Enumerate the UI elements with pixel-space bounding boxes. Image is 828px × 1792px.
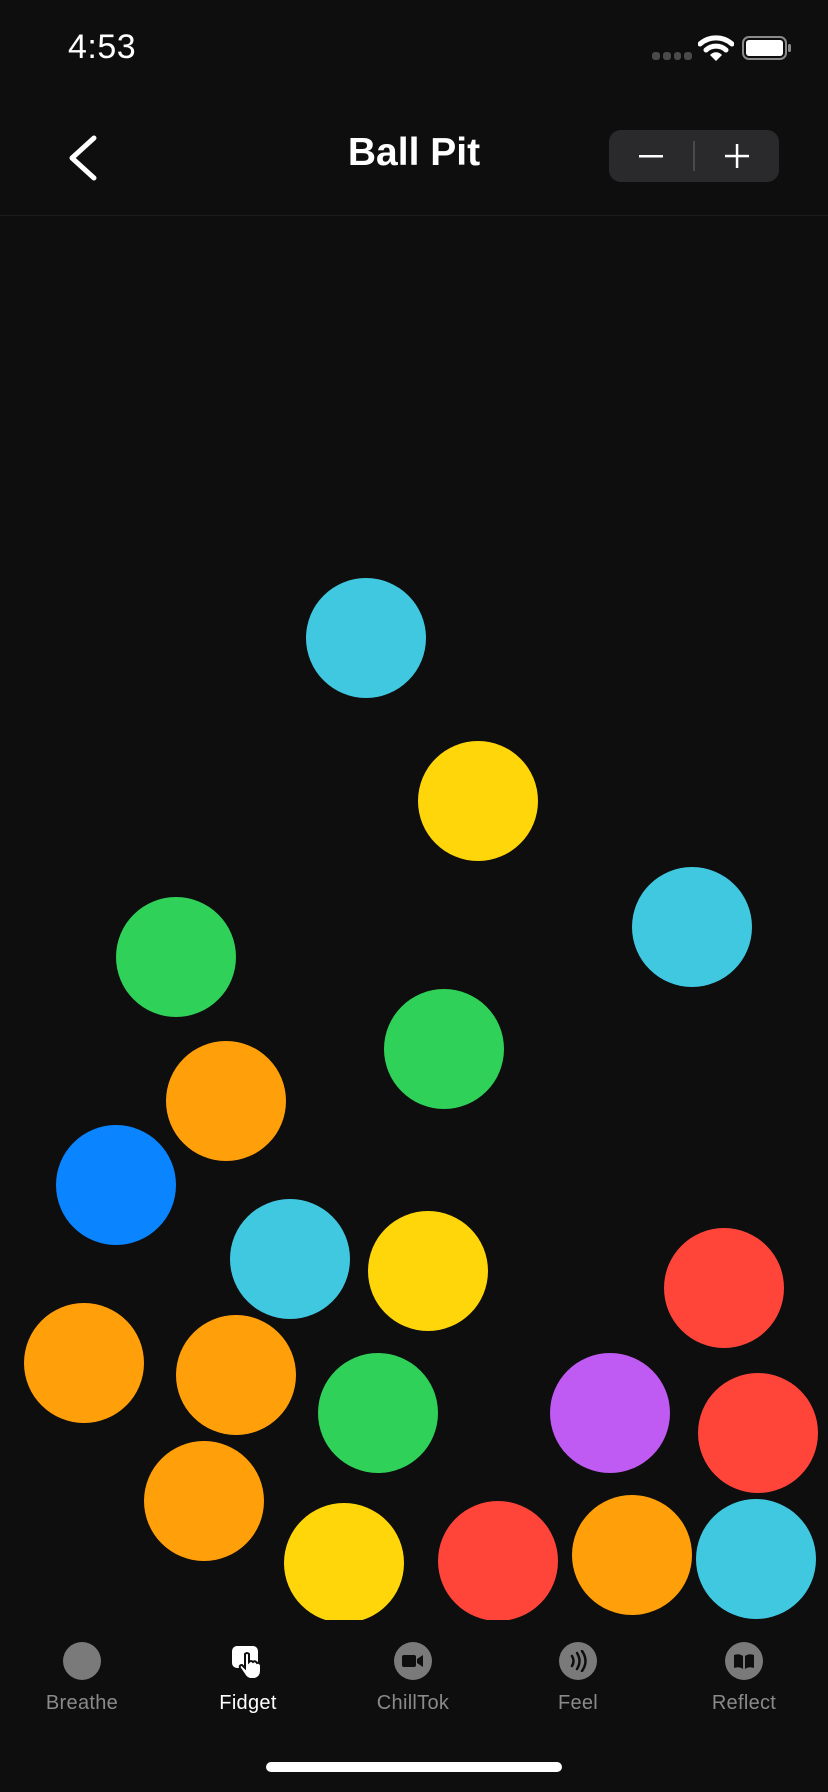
ball[interactable] <box>56 1125 176 1245</box>
navigation-bar: Ball Pit <box>0 100 828 216</box>
ball[interactable] <box>418 741 538 861</box>
circle-icon <box>63 1642 101 1680</box>
ball[interactable] <box>696 1499 816 1619</box>
tab-label: Feel <box>557 1692 599 1714</box>
tab-chilltok[interactable]: ChillTok <box>343 1642 483 1742</box>
ball[interactable] <box>176 1315 296 1435</box>
ball-pit-area[interactable] <box>0 216 828 1623</box>
book-icon <box>725 1642 763 1680</box>
ball[interactable] <box>24 1303 144 1423</box>
ball-count-stepper <box>609 130 779 182</box>
sound-waves-icon <box>559 1642 597 1680</box>
ball[interactable] <box>230 1199 350 1319</box>
ball[interactable] <box>144 1441 264 1561</box>
ball[interactable] <box>632 867 752 987</box>
status-bar: 4:53 <box>0 0 828 100</box>
ball[interactable] <box>572 1495 692 1615</box>
increase-button[interactable] <box>695 130 779 182</box>
home-indicator <box>266 1762 562 1772</box>
decrease-button[interactable] <box>609 130 693 182</box>
tab-label: Breathe <box>45 1692 119 1714</box>
ball[interactable] <box>664 1228 784 1348</box>
hand-tap-icon <box>229 1642 267 1680</box>
battery-icon <box>742 36 791 60</box>
ball[interactable] <box>116 897 236 1017</box>
cellular-signal-icon <box>652 52 692 62</box>
ball[interactable] <box>550 1353 670 1473</box>
video-icon <box>394 1642 432 1680</box>
tab-feel[interactable]: Feel <box>508 1642 648 1742</box>
ball[interactable] <box>438 1501 558 1621</box>
ball[interactable] <box>318 1353 438 1473</box>
wifi-icon <box>698 35 734 61</box>
tab-label: Fidget <box>219 1692 277 1714</box>
tab-breathe[interactable]: Breathe <box>12 1642 152 1742</box>
ball[interactable] <box>284 1503 404 1623</box>
ball[interactable] <box>306 578 426 698</box>
ball[interactable] <box>384 989 504 1109</box>
ball[interactable] <box>698 1373 818 1493</box>
ball[interactable] <box>368 1211 488 1331</box>
tab-label: ChillTok <box>376 1692 450 1714</box>
tab-fidget[interactable]: Fidget <box>178 1642 318 1742</box>
tab-label: Reflect <box>711 1692 777 1714</box>
plus-icon <box>725 144 749 168</box>
minus-icon <box>639 155 663 158</box>
status-time: 4:53 <box>68 28 137 66</box>
ball[interactable] <box>166 1041 286 1161</box>
tab-reflect[interactable]: Reflect <box>674 1642 814 1742</box>
